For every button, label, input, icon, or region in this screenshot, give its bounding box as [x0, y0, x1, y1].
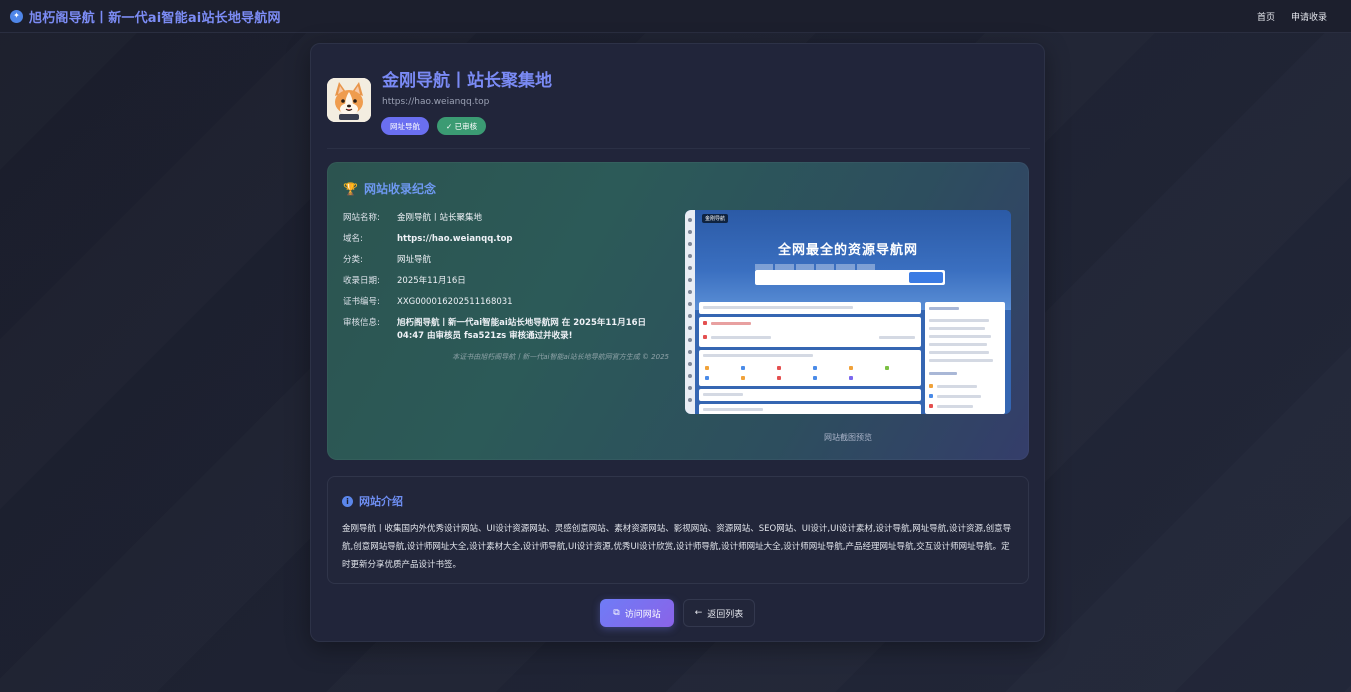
- back-to-list-label: 返回列表: [707, 609, 744, 620]
- nav-home[interactable]: 首页: [1257, 10, 1275, 23]
- info-row-domain: 域名: https://hao.weianqq.top: [343, 233, 673, 246]
- info-label: 分类:: [343, 255, 363, 265]
- status-badge-label: 已审核: [454, 121, 478, 131]
- info-row-name: 网站名称: 金刚导航丨站长聚集地: [343, 212, 673, 225]
- preview-banner: [685, 210, 1011, 310]
- info-row-cert-number: 证书编号: XXG000016202511168031: [343, 296, 673, 309]
- check-icon: ✓: [446, 121, 455, 131]
- preview-search-button: [909, 272, 943, 283]
- info-value: 金刚导航丨站长聚集地: [397, 213, 483, 223]
- site-detail-card: 金刚导航丨站长聚集地 https://hao.weianqq.top 网址导航 …: [310, 43, 1045, 642]
- site-intro-section: i 网站介绍 金刚导航丨收集国内外优秀设计网站、UI设计资源网站、灵感创意网站、…: [327, 476, 1029, 584]
- intro-title: 网站介绍: [359, 495, 403, 508]
- brand[interactable]: ✦ 旭朽阁导航丨新一代ai智能ai站长地导航网: [10, 7, 281, 26]
- brand-title: 旭朽阁导航丨新一代ai智能ai站长地导航网: [29, 10, 281, 26]
- info-value: 网址导航: [397, 255, 432, 265]
- preview-panel: [699, 404, 921, 414]
- preview-panel: [699, 317, 921, 347]
- preview-panel: [699, 350, 921, 386]
- visit-site-button[interactable]: ⧉ 访问网站: [600, 599, 674, 627]
- preview-panel: [699, 389, 921, 401]
- site-header: 金刚导航丨站长聚集地 https://hao.weianqq.top 网址导航 …: [327, 66, 1027, 146]
- intro-description: 金刚导航丨收集国内外优秀设计网站、UI设计资源网站、灵感创意网站、素材资源网站、…: [342, 524, 1012, 570]
- info-value: https://hao.weianqq.top: [397, 234, 513, 244]
- intro-heading: i 网站介绍: [342, 493, 403, 509]
- info-label: 域名:: [343, 234, 363, 244]
- certificate-info: 网站名称: 金刚导航丨站长聚集地 域名: https://hao.weianqq…: [343, 212, 673, 351]
- info-label: 审核信息:: [343, 318, 380, 328]
- info-value: XXG000016202511168031: [397, 297, 513, 307]
- certificate-footer: 本证书由旭朽阁导航丨新一代ai智能ai站长地导航网官方生成 © 2025: [452, 353, 669, 361]
- info-label: 网站名称:: [343, 213, 380, 223]
- site-screenshot-preview: 金刚导航 全网最全的资源导航网: [685, 210, 1011, 414]
- info-value: 2025年11月16日: [397, 276, 466, 286]
- info-label: 证书编号:: [343, 297, 380, 307]
- site-tags: 网址导航 ✓ 已审核: [381, 117, 487, 135]
- info-row-date: 收录日期: 2025年11月16日: [343, 275, 673, 288]
- preview-caption: 网站截图预览: [824, 433, 872, 442]
- top-nav: ✦ 旭朽阁导航丨新一代ai智能ai站长地导航网 首页 申请收录: [0, 0, 1351, 33]
- info-icon: i: [342, 495, 353, 507]
- external-link-icon: ⧉: [613, 608, 620, 618]
- visit-site-label: 访问网站: [624, 609, 661, 620]
- preview-headline: 全网最全的资源导航网: [777, 243, 918, 258]
- compass-icon: ✦: [10, 9, 23, 23]
- site-title: 金刚导航丨站长聚集地: [382, 71, 552, 91]
- category-tag[interactable]: 网址导航: [381, 117, 429, 135]
- info-row-category: 分类: 网址导航: [343, 254, 673, 267]
- site-url[interactable]: https://hao.weianqq.top: [382, 97, 489, 107]
- preview-logo: 金刚导航: [702, 214, 728, 223]
- back-to-list-button[interactable]: ← 返回列表: [683, 599, 755, 627]
- header-divider: [327, 148, 1030, 149]
- preview-panel: [699, 302, 921, 314]
- site-logo: [327, 78, 371, 122]
- preview-sidebar: [925, 302, 1005, 414]
- corgi-logo-icon: [327, 78, 371, 122]
- info-label: 收录日期:: [343, 276, 380, 286]
- info-row-review: 审核信息: 旭朽阁导航丨新一代ai智能ai站长地导航网 在 2025年11月16…: [343, 317, 673, 343]
- info-value: 旭朽阁导航丨新一代ai智能ai站长地导航网 在 2025年11月16日 04:4…: [397, 318, 647, 341]
- trophy-icon: 🏆: [343, 181, 358, 196]
- status-badge: ✓ 已审核: [437, 117, 487, 135]
- certificate-heading: 🏆 网站收录纪念: [343, 180, 436, 197]
- arrow-left-icon: ←: [694, 608, 703, 618]
- certificate-panel: 🏆 网站收录纪念 网站名称: 金刚导航丨站长聚集地 域名: https://ha…: [327, 162, 1029, 460]
- certificate-title: 网站收录纪念: [363, 182, 436, 196]
- nav-apply[interactable]: 申请收录: [1291, 10, 1327, 23]
- nav-links: 首页 申请收录: [1257, 10, 1341, 23]
